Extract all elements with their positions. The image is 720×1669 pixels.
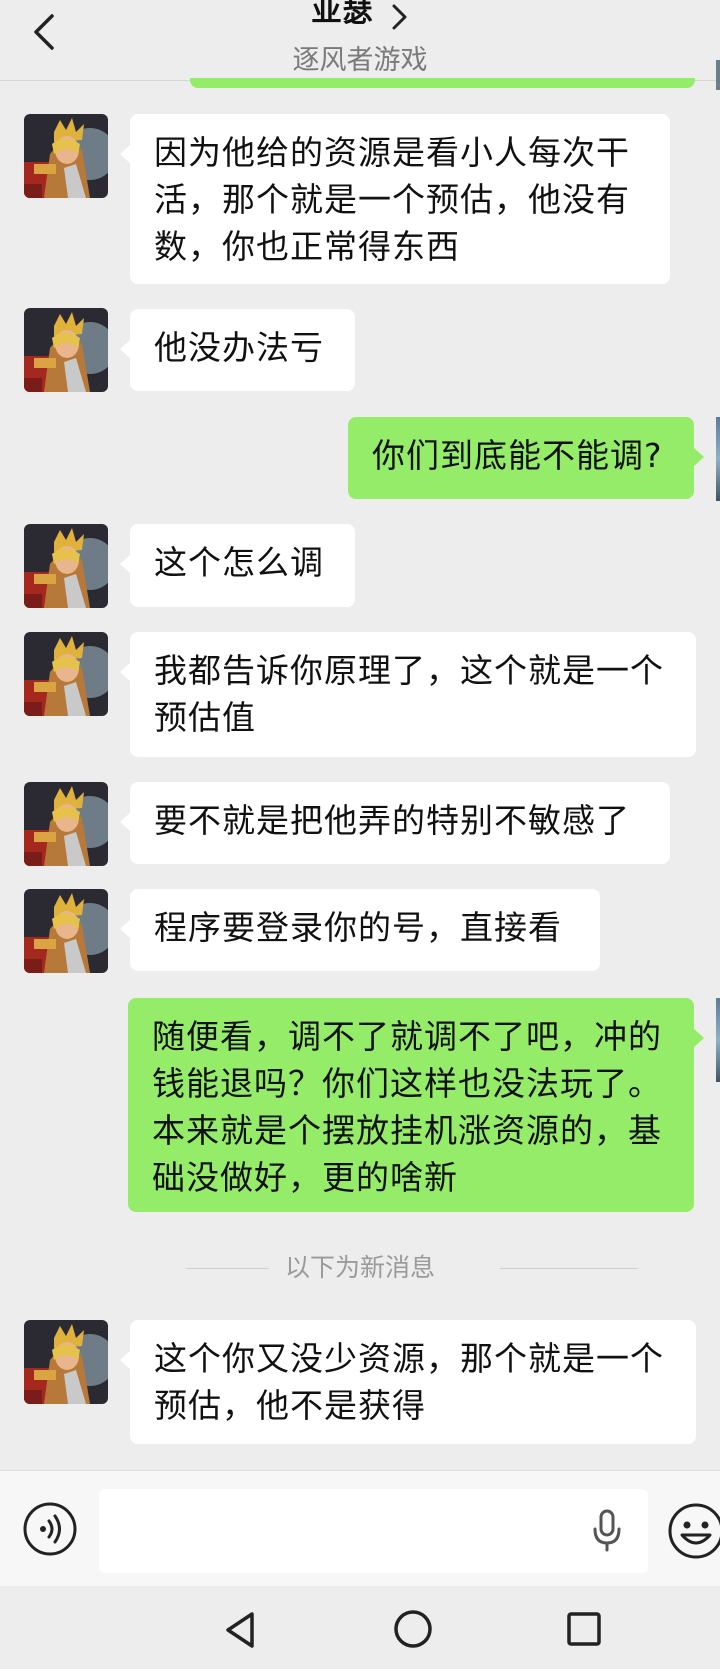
self-avatar[interactable] [716,60,720,90]
message-bubble-incoming[interactable]: 程序要登录你的号，直接看 [120,889,600,971]
chat-title-row[interactable]: 亚瑟 [0,0,720,32]
input-bar [0,1470,720,1586]
avatar-image [24,114,108,198]
previous-message-bubble[interactable] [190,78,695,88]
self-avatar[interactable] [716,417,720,501]
message-text: 要不就是把他弄的特别不敏感了 [154,801,630,840]
emoji-icon[interactable] [666,1501,720,1561]
message-text: 随便看，调不了就调不了吧，冲的钱能退吗？你们这样也没法玩了。本来就是个摆放挂机涨… [152,1017,662,1197]
message-text: 我都告诉你原理了，这个就是一个预估值 [154,651,664,737]
contact-avatar[interactable] [24,889,108,973]
message-text: 因为他给的资源是看小人每次干活，那个就是一个预估，他没有数，你也正常得东西 [154,133,630,266]
chat-title[interactable]: 亚瑟 [311,0,373,29]
avatar-image [24,1320,108,1404]
divider-label: 以下为新消息 [268,1253,451,1282]
contact-avatar[interactable] [24,632,108,716]
message-bubble-incoming[interactable]: 因为他给的资源是看小人每次干活，那个就是一个预估，他没有数，你也正常得东西 [120,114,670,284]
contact-avatar[interactable] [24,524,108,608]
message-bubble-incoming[interactable]: 他没办法亏 [120,309,355,391]
avatar-image [24,889,108,973]
contact-avatar[interactable] [24,114,108,198]
chat-subtitle: 逐风者游戏 [292,45,428,76]
message-bubble-outgoing[interactable]: 你们到底能不能调? [348,417,704,499]
message-bubble-outgoing[interactable]: 随便看，调不了就调不了吧，冲的钱能退吗？你们这样也没法玩了。本来就是个摆放挂机涨… [128,998,704,1212]
contact-avatar[interactable] [24,1320,108,1404]
message-bubble-incoming[interactable]: 要不就是把他弄的特别不敏感了 [120,782,670,864]
message-text: 程序要登录你的号，直接看 [154,908,562,947]
message-bubble-incoming[interactable]: 这个怎么调 [120,524,355,607]
voice-icon[interactable] [22,1501,78,1557]
avatar-image [24,524,108,608]
message-text: 他没办法亏 [154,328,324,367]
square-recent-icon[interactable] [566,1610,602,1648]
new-messages-divider: 以下为新消息 [0,1250,720,1286]
message-text: 这个你又没少资源，那个就是一个预估，他不是获得 [154,1339,664,1425]
avatar-image [24,782,108,866]
chat-header: 亚瑟 逐风者游戏 [0,0,720,81]
message-text: 你们到底能不能调? [372,436,663,475]
message-text: 这个怎么调 [154,543,324,582]
avatar-image [24,308,108,392]
avatar-image [24,632,108,716]
self-avatar[interactable] [716,998,720,1082]
contact-avatar[interactable] [24,308,108,392]
triangle-back-icon[interactable] [220,1608,260,1652]
contact-avatar[interactable] [24,782,108,866]
message-input[interactable] [99,1489,648,1573]
mic-icon[interactable] [590,1507,624,1553]
chevron-right-icon[interactable] [389,2,409,32]
message-bubble-incoming[interactable]: 我都告诉你原理了，这个就是一个预估值 [120,632,696,757]
circle-home-icon[interactable] [392,1608,434,1650]
message-bubble-incoming[interactable]: 这个你又没少资源，那个就是一个预估，他不是获得 [120,1320,696,1444]
system-nav-bar [0,1586,720,1669]
